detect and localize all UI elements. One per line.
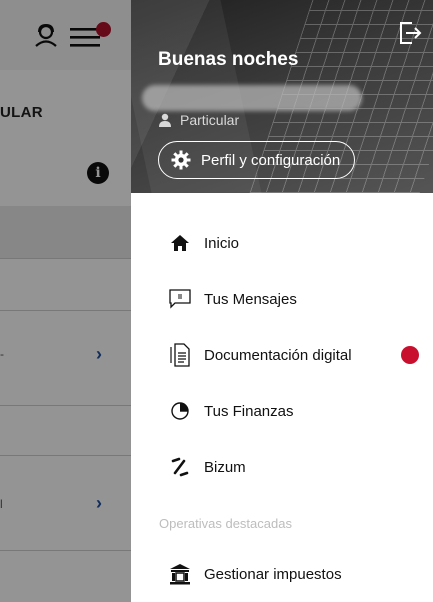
menu-item-label: Gestionar impuestos: [204, 565, 342, 583]
menu-item-documentacion[interactable]: Documentación digital: [131, 335, 433, 375]
bizum-icon: [169, 456, 191, 478]
document-icon: [169, 343, 191, 367]
notification-dot: [401, 346, 419, 364]
drawer-header: Buenas noches Particular Perfil y config…: [131, 0, 433, 193]
menu-item-label: Tus Mensajes: [204, 290, 297, 308]
profile-type-label: Particular: [180, 112, 240, 128]
message-icon: [169, 288, 191, 310]
menu-item-inicio[interactable]: Inicio: [131, 223, 433, 263]
profile-settings-button[interactable]: Perfil y configuración: [158, 141, 356, 179]
side-drawer: Buenas noches Particular Perfil y config…: [131, 0, 433, 602]
logout-icon[interactable]: [397, 20, 423, 46]
menu-item-bizum[interactable]: Bizum: [131, 447, 433, 487]
user-name-redacted: [142, 85, 362, 111]
menu-item-impuestos[interactable]: Gestionar impuestos: [131, 554, 433, 594]
profile-settings-label: Perfil y configuración: [201, 151, 341, 169]
menu-item-label: Bizum: [204, 458, 246, 476]
tax-building-icon: [169, 563, 191, 585]
menu-item-label: Tus Finanzas: [204, 402, 294, 420]
menu-item-finanzas[interactable]: Tus Finanzas: [131, 391, 433, 431]
user-icon: [159, 113, 171, 127]
menu-item-mensajes[interactable]: Tus Mensajes: [131, 279, 433, 319]
section-title: Operativas destacadas: [159, 516, 292, 531]
gear-icon: [171, 150, 191, 170]
pie-chart-icon: [169, 400, 191, 422]
home-icon: [169, 232, 191, 254]
profile-type: Particular: [158, 112, 239, 128]
greeting-text: Buenas noches: [158, 49, 299, 70]
menu-item-label: Inicio: [204, 234, 240, 252]
dim-overlay[interactable]: [0, 0, 131, 602]
menu-item-label: Documentación digital: [204, 346, 352, 364]
